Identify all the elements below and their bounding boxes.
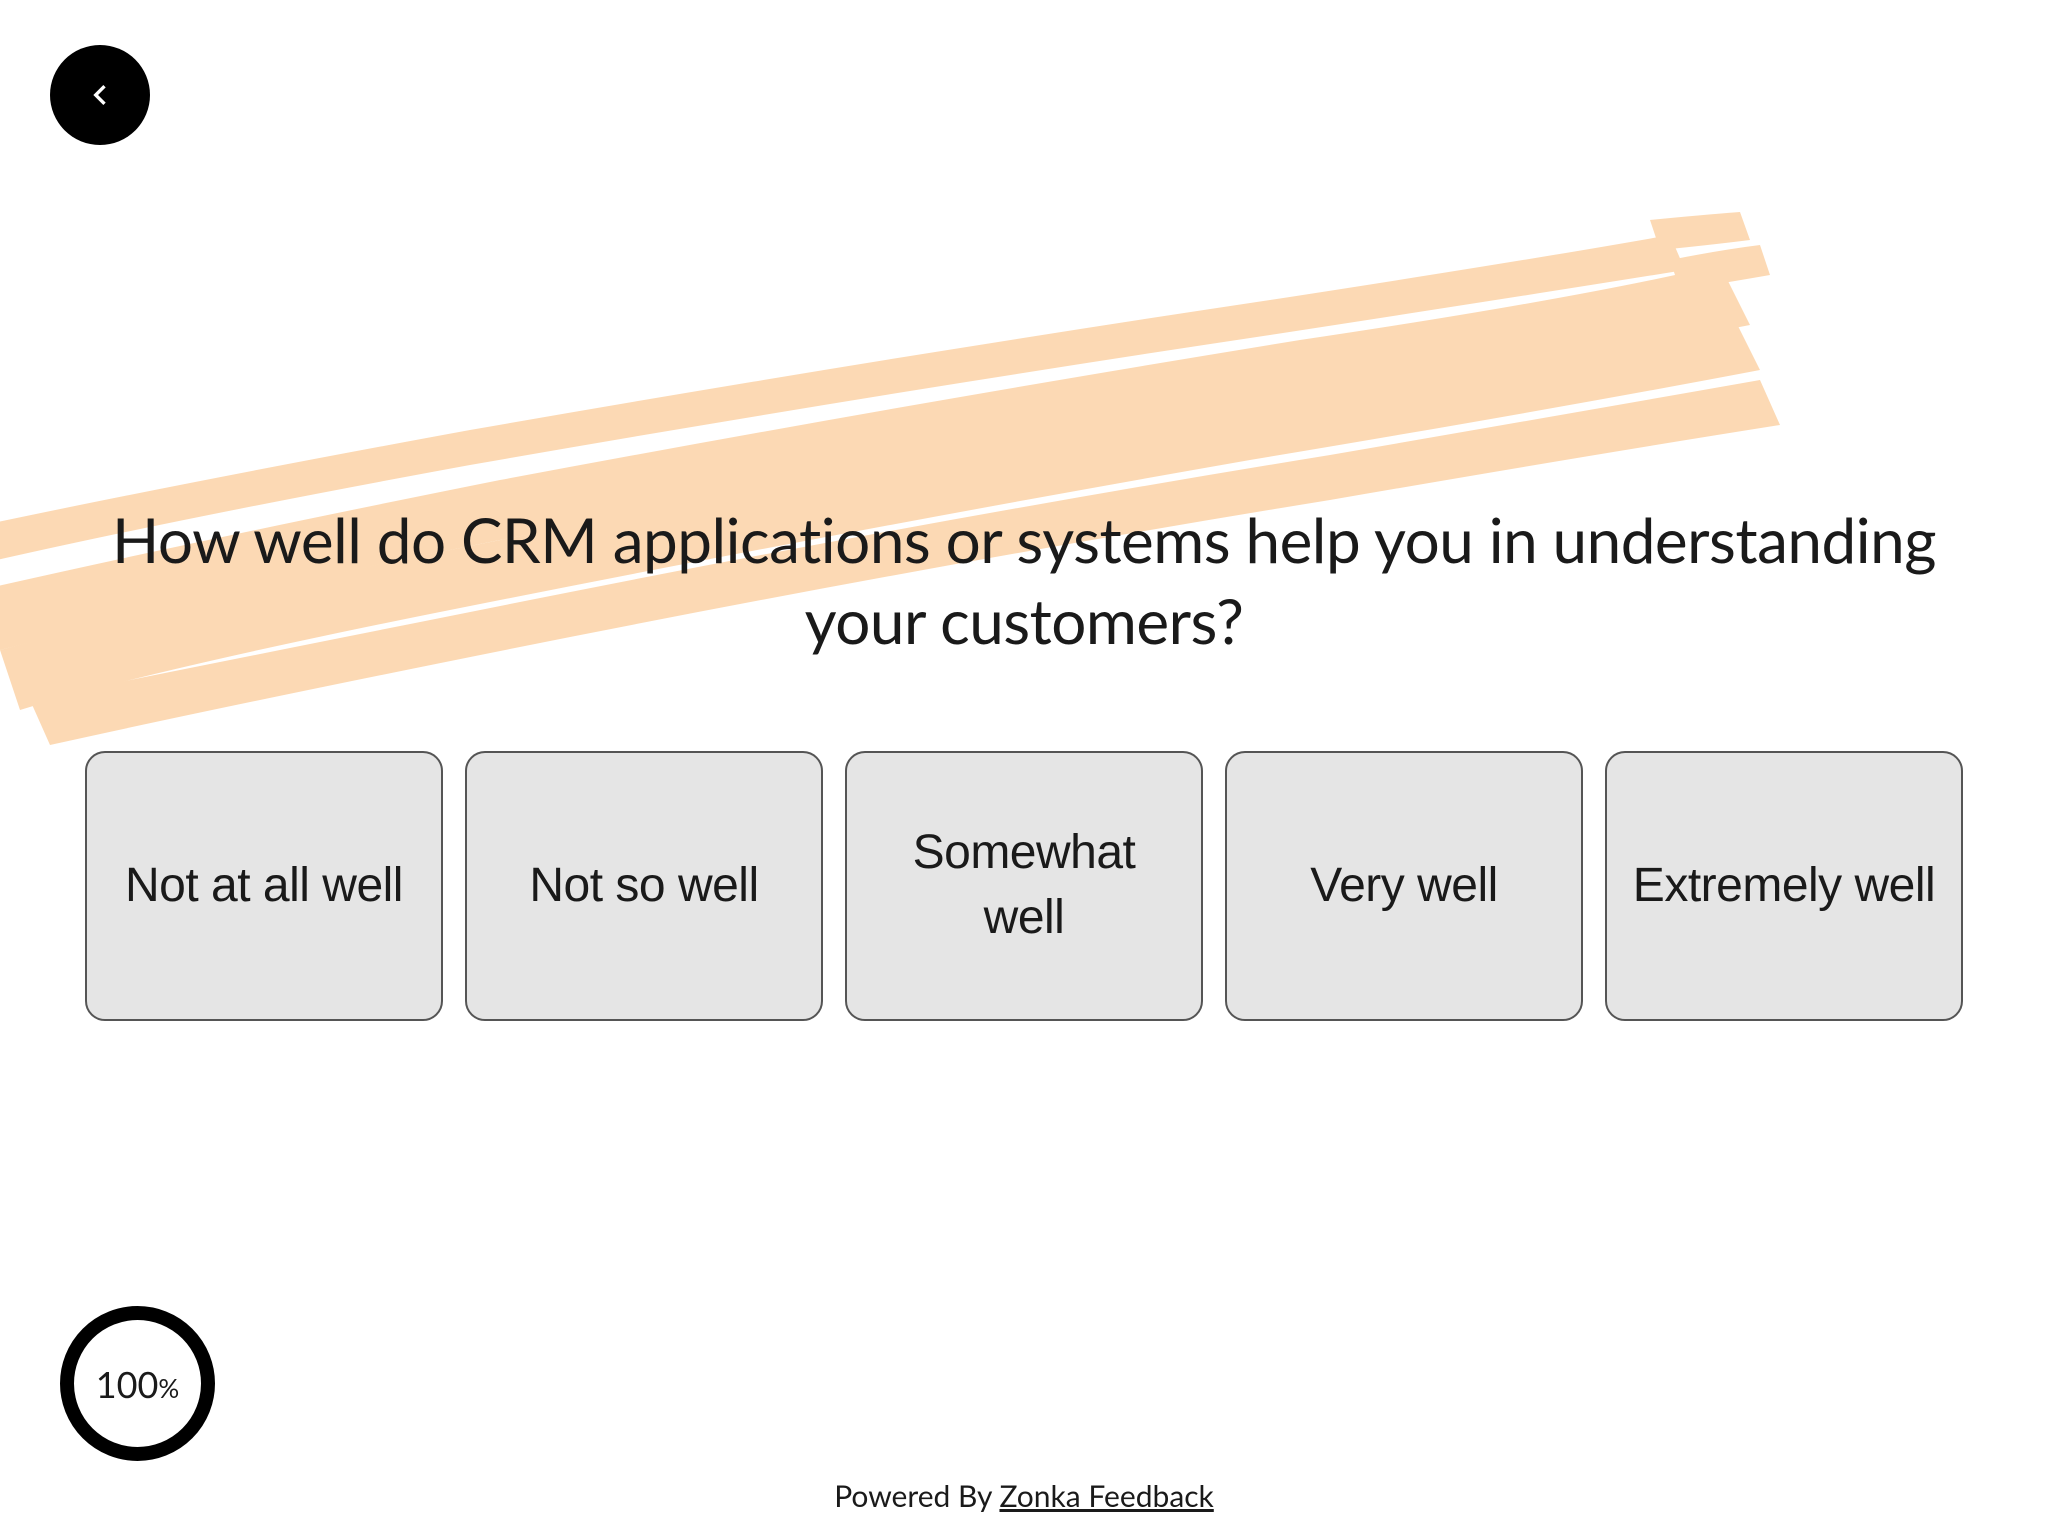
option-label: Not at all well bbox=[125, 854, 403, 919]
option-extremely-well[interactable]: Extremely well bbox=[1605, 751, 1963, 1021]
back-button[interactable] bbox=[50, 45, 150, 145]
options-row: Not at all well Not so well Somewhat wel… bbox=[85, 751, 1963, 1021]
option-very-well[interactable]: Very well bbox=[1225, 751, 1583, 1021]
option-not-at-all-well[interactable]: Not at all well bbox=[85, 751, 443, 1021]
progress-value: 100% bbox=[96, 1362, 179, 1406]
option-label: Somewhat well bbox=[867, 821, 1181, 951]
option-not-so-well[interactable]: Not so well bbox=[465, 751, 823, 1021]
question-container: How well do CRM applications or systems … bbox=[0, 500, 2048, 1021]
footer-brand-link[interactable]: Zonka Feedback bbox=[999, 1478, 1213, 1514]
option-somewhat-well[interactable]: Somewhat well bbox=[845, 751, 1203, 1021]
progress-indicator: 100% bbox=[60, 1306, 215, 1461]
chevron-left-icon bbox=[80, 75, 120, 115]
option-label: Extremely well bbox=[1633, 854, 1935, 919]
option-label: Very well bbox=[1310, 854, 1498, 919]
question-text: How well do CRM applications or systems … bbox=[85, 500, 1963, 661]
footer-prefix: Powered By bbox=[834, 1478, 999, 1514]
option-label: Not so well bbox=[529, 854, 758, 919]
footer: Powered By Zonka Feedback bbox=[0, 1478, 2048, 1514]
